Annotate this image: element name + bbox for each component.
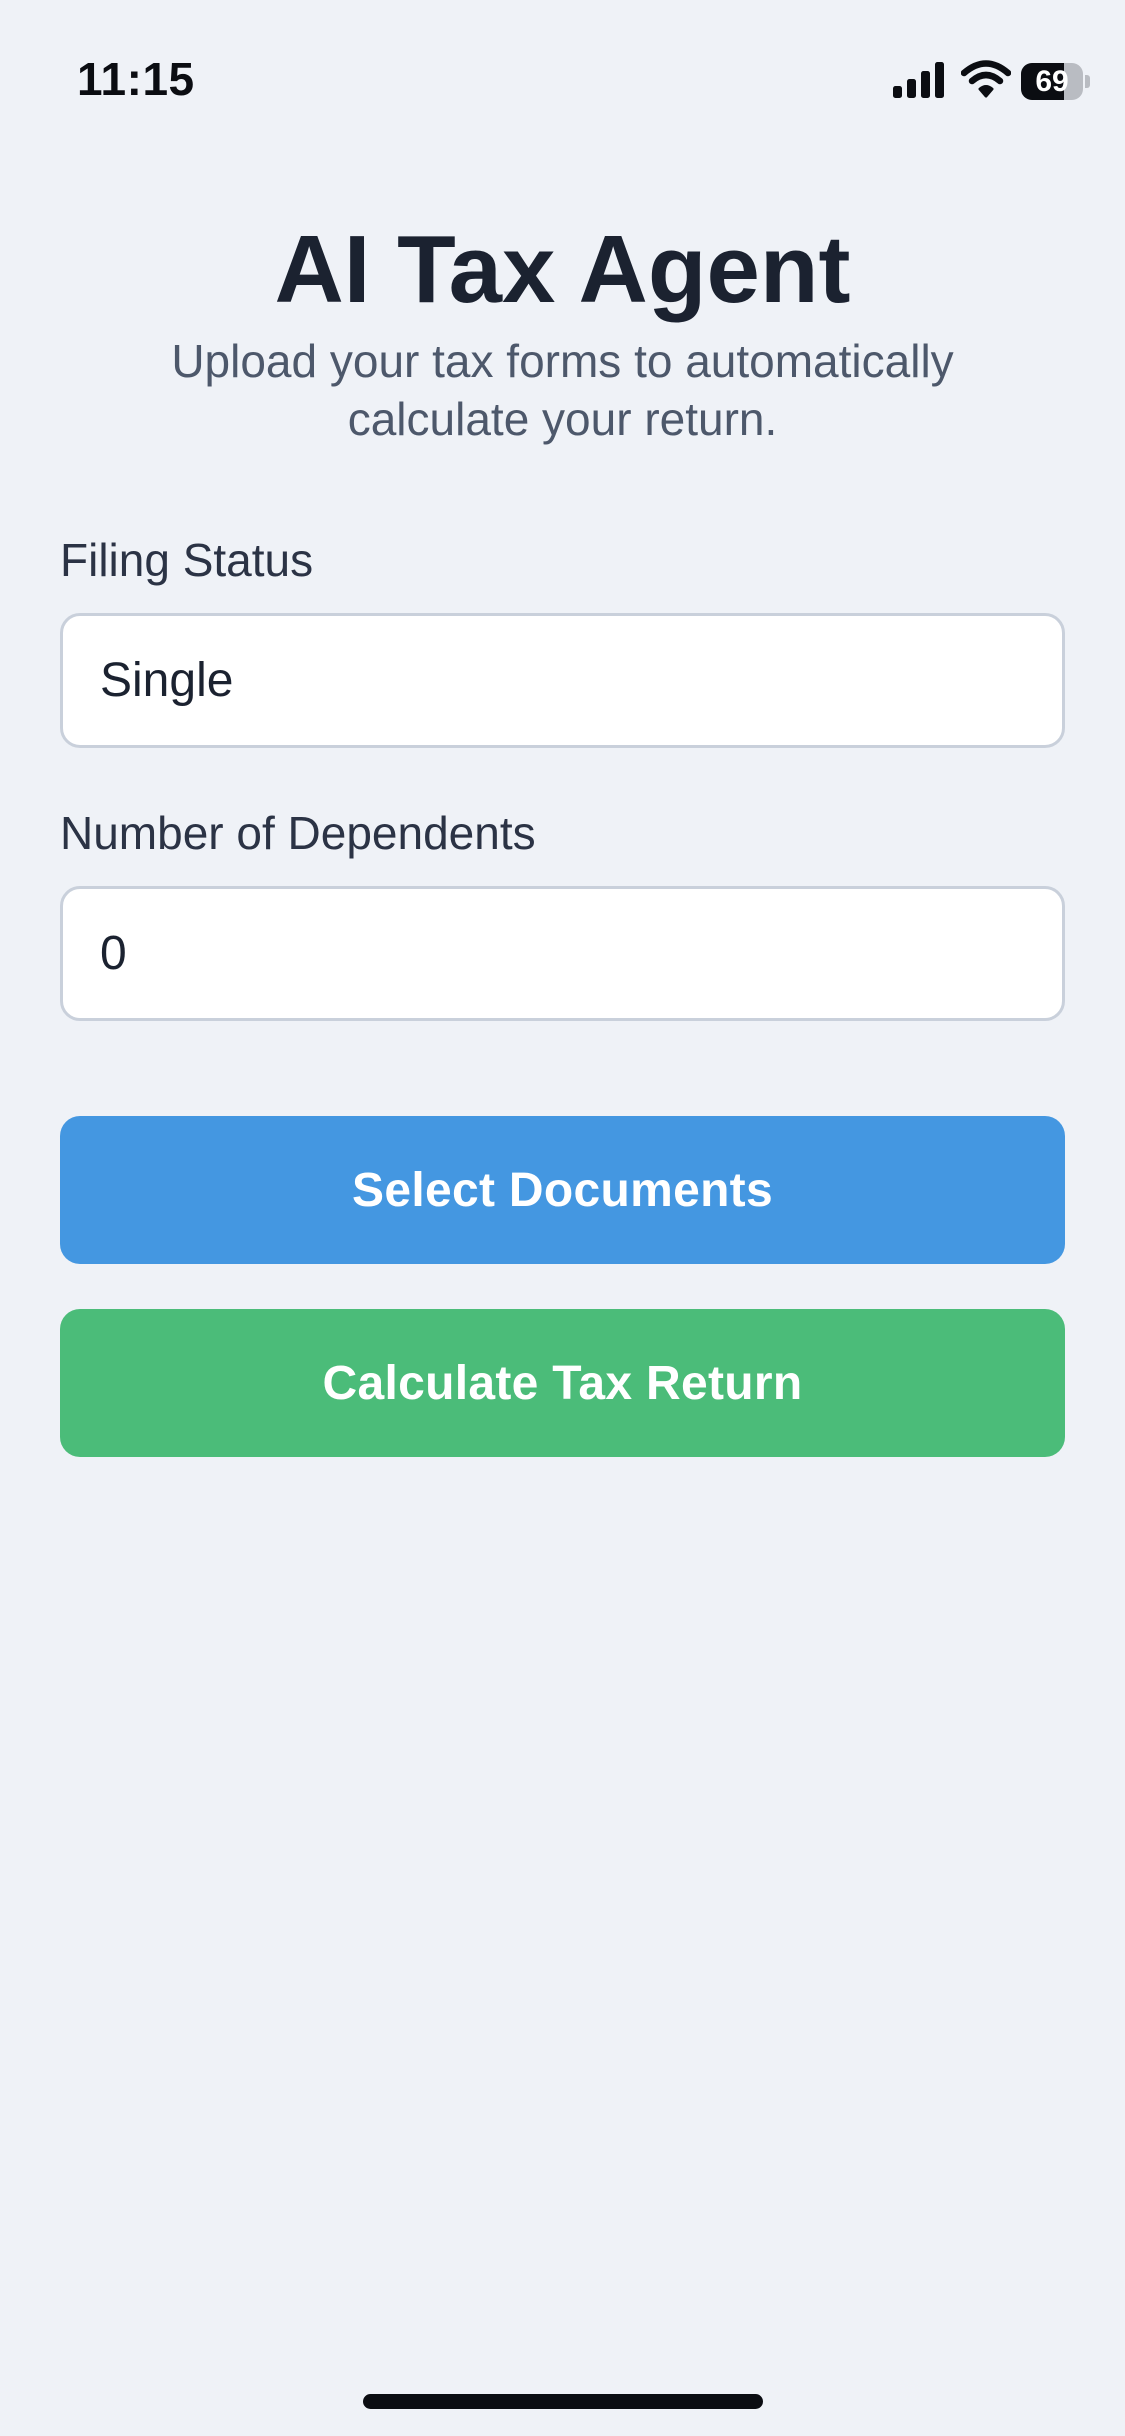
filing-status-field[interactable]: Single [60,613,1065,748]
field-spacer [60,748,1065,798]
page-subtitle: Upload your tax forms to automatically c… [171,335,954,445]
dependents-label: Number of Dependents [60,807,536,859]
battery-cap [1085,75,1090,88]
select-documents-button[interactable]: Select Documents [60,1116,1065,1264]
signal-icon [893,62,944,98]
home-indicator[interactable] [363,2394,763,2409]
wifi-icon [961,60,1011,98]
status-time: 11:15 [77,53,195,105]
battery-level: 69 [1035,65,1069,98]
filing-status-label: Filing Status [60,534,314,586]
filing-status-value: Single [100,654,234,707]
page-title: AI Tax Agent [274,216,851,323]
calculate-tax-return-label: Calculate Tax Return [322,1356,803,1410]
status-bar: 11:15 69 [0,0,1125,150]
header: AI Tax Agent Upload your tax forms to au… [0,210,1125,448]
dependents-value: 0 [100,927,127,980]
tax-form: Filing Status Single Number of Dependent… [60,525,1065,1021]
battery-body: 69 [1021,63,1083,100]
battery-icon: 69 [1021,63,1091,100]
dependents-field[interactable]: 0 [60,886,1065,1021]
select-documents-label: Select Documents [352,1163,773,1217]
calculate-tax-return-button[interactable]: Calculate Tax Return [60,1309,1065,1457]
